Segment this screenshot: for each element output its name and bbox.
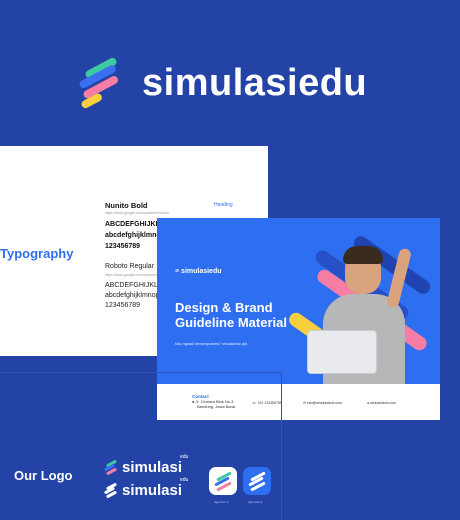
logo-variant-2-suffix: edu (180, 477, 189, 483)
logo-variant-2-text: simulasi (122, 482, 183, 499)
laptop-image (307, 330, 377, 374)
font1-url: https://fonts.google.com/specimen/Nunito (105, 211, 170, 215)
email-text: info@simulasiedu.com (306, 401, 343, 405)
logo-variant-1-text: simulasi (122, 459, 183, 476)
guideline-subtitle: Mau ngasah kemampuanmu? simulasiedu aja! (175, 342, 248, 346)
guideline-title-line2: Guideline Material (175, 315, 287, 330)
guideline-title-line1: Design & Brand (175, 300, 273, 315)
logo-variant-1: simulasi edu (103, 454, 204, 476)
guideline-title: Design & Brand Guideline Material (175, 300, 287, 330)
brand-wordmark: simulasiedu (142, 62, 368, 104)
stripes-icon: ≡ (175, 268, 180, 275)
our-logo-title: Our Logo (14, 468, 73, 483)
app-icon-blue (243, 467, 271, 495)
stripes-icon (103, 482, 118, 499)
guideline-cover: ≡ simulasiedu Design & Brand Guideline M… (157, 218, 440, 384)
contact-website: ● simulasiedu.com (367, 401, 396, 405)
logo-variant-2: simulasi edu (103, 477, 204, 499)
typography-title: Typography (0, 246, 74, 261)
guideline-logo-text: simulasiedu (181, 268, 222, 275)
logo-variant-1-suffix: edu (180, 454, 189, 460)
brand-stripes-icon (74, 56, 130, 112)
app-icon-light-label: App Icon 1 (214, 500, 229, 504)
contact-email: ✉ info@simulasiedu.com (303, 401, 342, 405)
font1-name: Nunito Bold (105, 201, 148, 210)
person-hair (343, 246, 383, 264)
app-icon-blue-label: App Icon 2 (248, 500, 263, 504)
hero-logo: simulasiedu (0, 0, 460, 140)
app-icon-light (209, 467, 237, 495)
guideline-logo: ≡ simulasiedu (175, 268, 222, 275)
stripes-icon (103, 459, 118, 476)
website-text: simulasiedu.com (370, 401, 397, 405)
